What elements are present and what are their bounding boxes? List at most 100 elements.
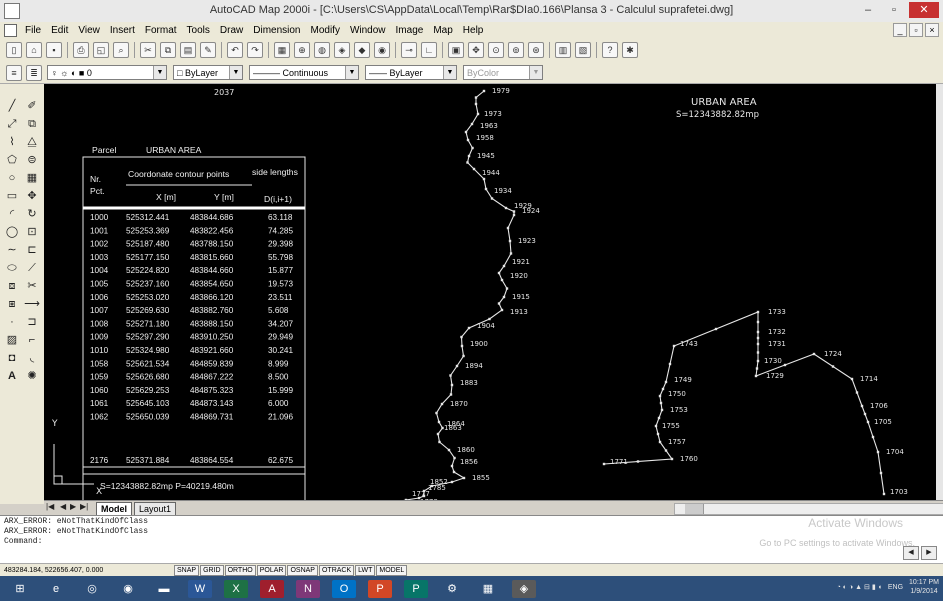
layer-dropdown[interactable]: ♀ ☼ ◐ ■ 0 ▼ bbox=[47, 65, 167, 80]
extend-icon[interactable]: ⟶ bbox=[24, 296, 40, 312]
scale-icon[interactable]: ⊡ bbox=[24, 224, 40, 240]
design-center-icon[interactable]: ▦ bbox=[274, 42, 290, 58]
tab-layout1[interactable]: Layout1 bbox=[134, 502, 177, 516]
maximize-button[interactable]: ▫ bbox=[883, 2, 905, 18]
map-layer-icon[interactable]: ◉ bbox=[374, 42, 390, 58]
find-icon[interactable]: ⌕ bbox=[113, 42, 129, 58]
copy-object-icon[interactable]: ⧉ bbox=[24, 116, 40, 132]
command-window[interactable]: ARX_ERROR: eNotThatKindOfClass ARX_ERROR… bbox=[0, 515, 943, 564]
insert-block-icon[interactable]: ⧈ bbox=[4, 278, 20, 294]
menu-format[interactable]: Format bbox=[140, 25, 182, 36]
rectangle-icon[interactable]: ▭ bbox=[4, 188, 20, 204]
otrack-toggle[interactable]: OTRACK bbox=[318, 565, 355, 576]
stretch-icon[interactable]: ⊏ bbox=[24, 242, 40, 258]
powerpoint-icon[interactable]: P bbox=[368, 579, 392, 598]
linetype-dropdown[interactable]: ——— Continuous ▼ bbox=[249, 65, 359, 80]
circle-icon[interactable]: ○ bbox=[4, 170, 20, 186]
zoom-realtime-icon[interactable]: ⊙ bbox=[488, 42, 504, 58]
properties-icon[interactable]: ▥ bbox=[555, 42, 571, 58]
file-explorer-icon[interactable]: ▬ bbox=[152, 580, 176, 598]
print-icon[interactable]: ⎙ bbox=[73, 42, 89, 58]
cut-icon[interactable]: ✂ bbox=[140, 42, 156, 58]
pan-icon[interactable]: ✥ bbox=[468, 42, 484, 58]
arc-icon[interactable]: ◜ bbox=[4, 206, 20, 222]
tab-nav-prev-icon[interactable]: ◀ bbox=[60, 502, 66, 511]
minimize-button[interactable]: – bbox=[857, 2, 879, 18]
array-icon[interactable]: ▦ bbox=[24, 170, 40, 186]
ellipse-icon[interactable]: ⬭ bbox=[4, 260, 20, 276]
settings-icon[interactable]: ✱ bbox=[622, 42, 638, 58]
hatch-icon[interactable]: ▨ bbox=[4, 332, 20, 348]
lineweight-dropdown[interactable]: —— ByLayer ▼ bbox=[365, 65, 457, 80]
menu-view[interactable]: View bbox=[73, 25, 105, 36]
tab-model[interactable]: Model bbox=[96, 502, 132, 516]
snap-toggle[interactable]: SNAP bbox=[174, 565, 200, 576]
doc-minimize-icon[interactable]: _ bbox=[893, 23, 907, 37]
close-button[interactable]: ✕ bbox=[909, 2, 939, 18]
menu-modify[interactable]: Modify bbox=[306, 25, 345, 36]
browser-icon[interactable]: ◉ bbox=[116, 580, 140, 598]
paste-icon[interactable]: ▤ bbox=[180, 42, 196, 58]
menu-image[interactable]: Image bbox=[391, 25, 429, 36]
chevron-down-icon[interactable]: ▼ bbox=[443, 66, 456, 79]
internet-explorer-icon[interactable]: e bbox=[44, 580, 68, 598]
tab-nav-first-icon[interactable]: |◀ bbox=[46, 502, 54, 511]
system-clock[interactable]: 10:17 PM 1/9/2014 bbox=[909, 578, 939, 596]
document-icon[interactable] bbox=[4, 23, 17, 37]
onenote-icon[interactable]: N bbox=[296, 579, 320, 598]
multiline-text-icon[interactable]: A bbox=[4, 368, 20, 384]
zoom-previous-icon[interactable]: ⊛ bbox=[528, 42, 544, 58]
osnap-toggle[interactable]: OSNAP bbox=[287, 565, 318, 576]
offset-icon[interactable]: ⊜ bbox=[24, 152, 40, 168]
command-prompt[interactable]: Command: bbox=[4, 537, 42, 546]
lengthen-icon[interactable]: ⟋ bbox=[24, 260, 40, 276]
menu-map[interactable]: Map bbox=[428, 25, 457, 36]
ucs-icon[interactable]: ⊸ bbox=[401, 42, 417, 58]
line-tool-icon[interactable]: ╱ bbox=[4, 98, 20, 114]
doc-close-icon[interactable]: × bbox=[925, 23, 939, 37]
point-icon[interactable]: · bbox=[4, 314, 20, 330]
word-icon[interactable]: W bbox=[188, 579, 212, 598]
help-icon[interactable]: ? bbox=[602, 42, 618, 58]
menu-draw[interactable]: Draw bbox=[215, 25, 248, 36]
explode-icon[interactable]: ✺ bbox=[24, 368, 40, 384]
start-windows-icon[interactable]: ⊞ bbox=[8, 580, 32, 598]
scroll-right-icon[interactable]: ▶ bbox=[921, 546, 937, 560]
menu-insert[interactable]: Insert bbox=[105, 25, 140, 36]
media-player-icon[interactable]: ◎ bbox=[80, 580, 104, 598]
chevron-down-icon[interactable]: ▼ bbox=[345, 66, 358, 79]
open-file-icon[interactable]: ⌂ bbox=[26, 42, 42, 58]
color-dropdown[interactable]: □ ByLayer ▼ bbox=[173, 65, 243, 80]
access-icon[interactable]: A bbox=[260, 579, 284, 598]
menu-dimension[interactable]: Dimension bbox=[248, 25, 305, 36]
ortho-toggle[interactable]: ORTHO bbox=[224, 565, 256, 576]
erase-tool-icon[interactable]: ✐ bbox=[24, 98, 40, 114]
match-properties-icon[interactable]: ✎ bbox=[200, 42, 216, 58]
redo-icon[interactable]: ↷ bbox=[247, 42, 263, 58]
outlook-icon[interactable]: O bbox=[332, 579, 356, 598]
polygon-icon[interactable]: ⬠ bbox=[4, 152, 20, 168]
polar-toggle[interactable]: POLAR bbox=[256, 565, 287, 576]
tab-nav-last-icon[interactable]: ▶| bbox=[80, 502, 88, 511]
undo-icon[interactable]: ↶ bbox=[227, 42, 243, 58]
model-toggle[interactable]: MODEL bbox=[376, 565, 408, 576]
construction-line-icon[interactable]: ⤢ bbox=[4, 116, 20, 132]
layer-manager-icon[interactable]: ≡ bbox=[6, 64, 22, 81]
autocad-taskbar-icon[interactable]: ◈ bbox=[512, 579, 536, 598]
chamfer-icon[interactable]: ⌐ bbox=[24, 332, 40, 348]
make-block-icon[interactable]: ⧆ bbox=[4, 296, 20, 312]
chevron-down-icon[interactable]: ▼ bbox=[229, 66, 242, 79]
plotstyle-dropdown[interactable]: ByColor ▼ bbox=[463, 65, 543, 80]
move-icon[interactable]: ✥ bbox=[24, 188, 40, 204]
distance-icon[interactable]: ∟ bbox=[421, 42, 437, 58]
grid-toggle[interactable]: GRID bbox=[200, 565, 224, 576]
tray-icons[interactable]: ◔ ◐ ◑ ▲ ⊟ ▮ ◖ bbox=[837, 583, 882, 591]
layer-previous-icon[interactable]: ≣ bbox=[26, 64, 42, 81]
chevron-down-icon[interactable]: ▼ bbox=[529, 66, 542, 79]
map-query-icon[interactable]: ◈ bbox=[334, 42, 350, 58]
spline-icon[interactable]: ∼ bbox=[4, 242, 20, 258]
print-preview-icon[interactable]: ◱ bbox=[93, 42, 109, 58]
app-icon[interactable]: ▦ bbox=[476, 580, 500, 598]
publisher-icon[interactable]: P bbox=[404, 579, 428, 598]
horizontal-scrollbar[interactable] bbox=[674, 503, 943, 515]
